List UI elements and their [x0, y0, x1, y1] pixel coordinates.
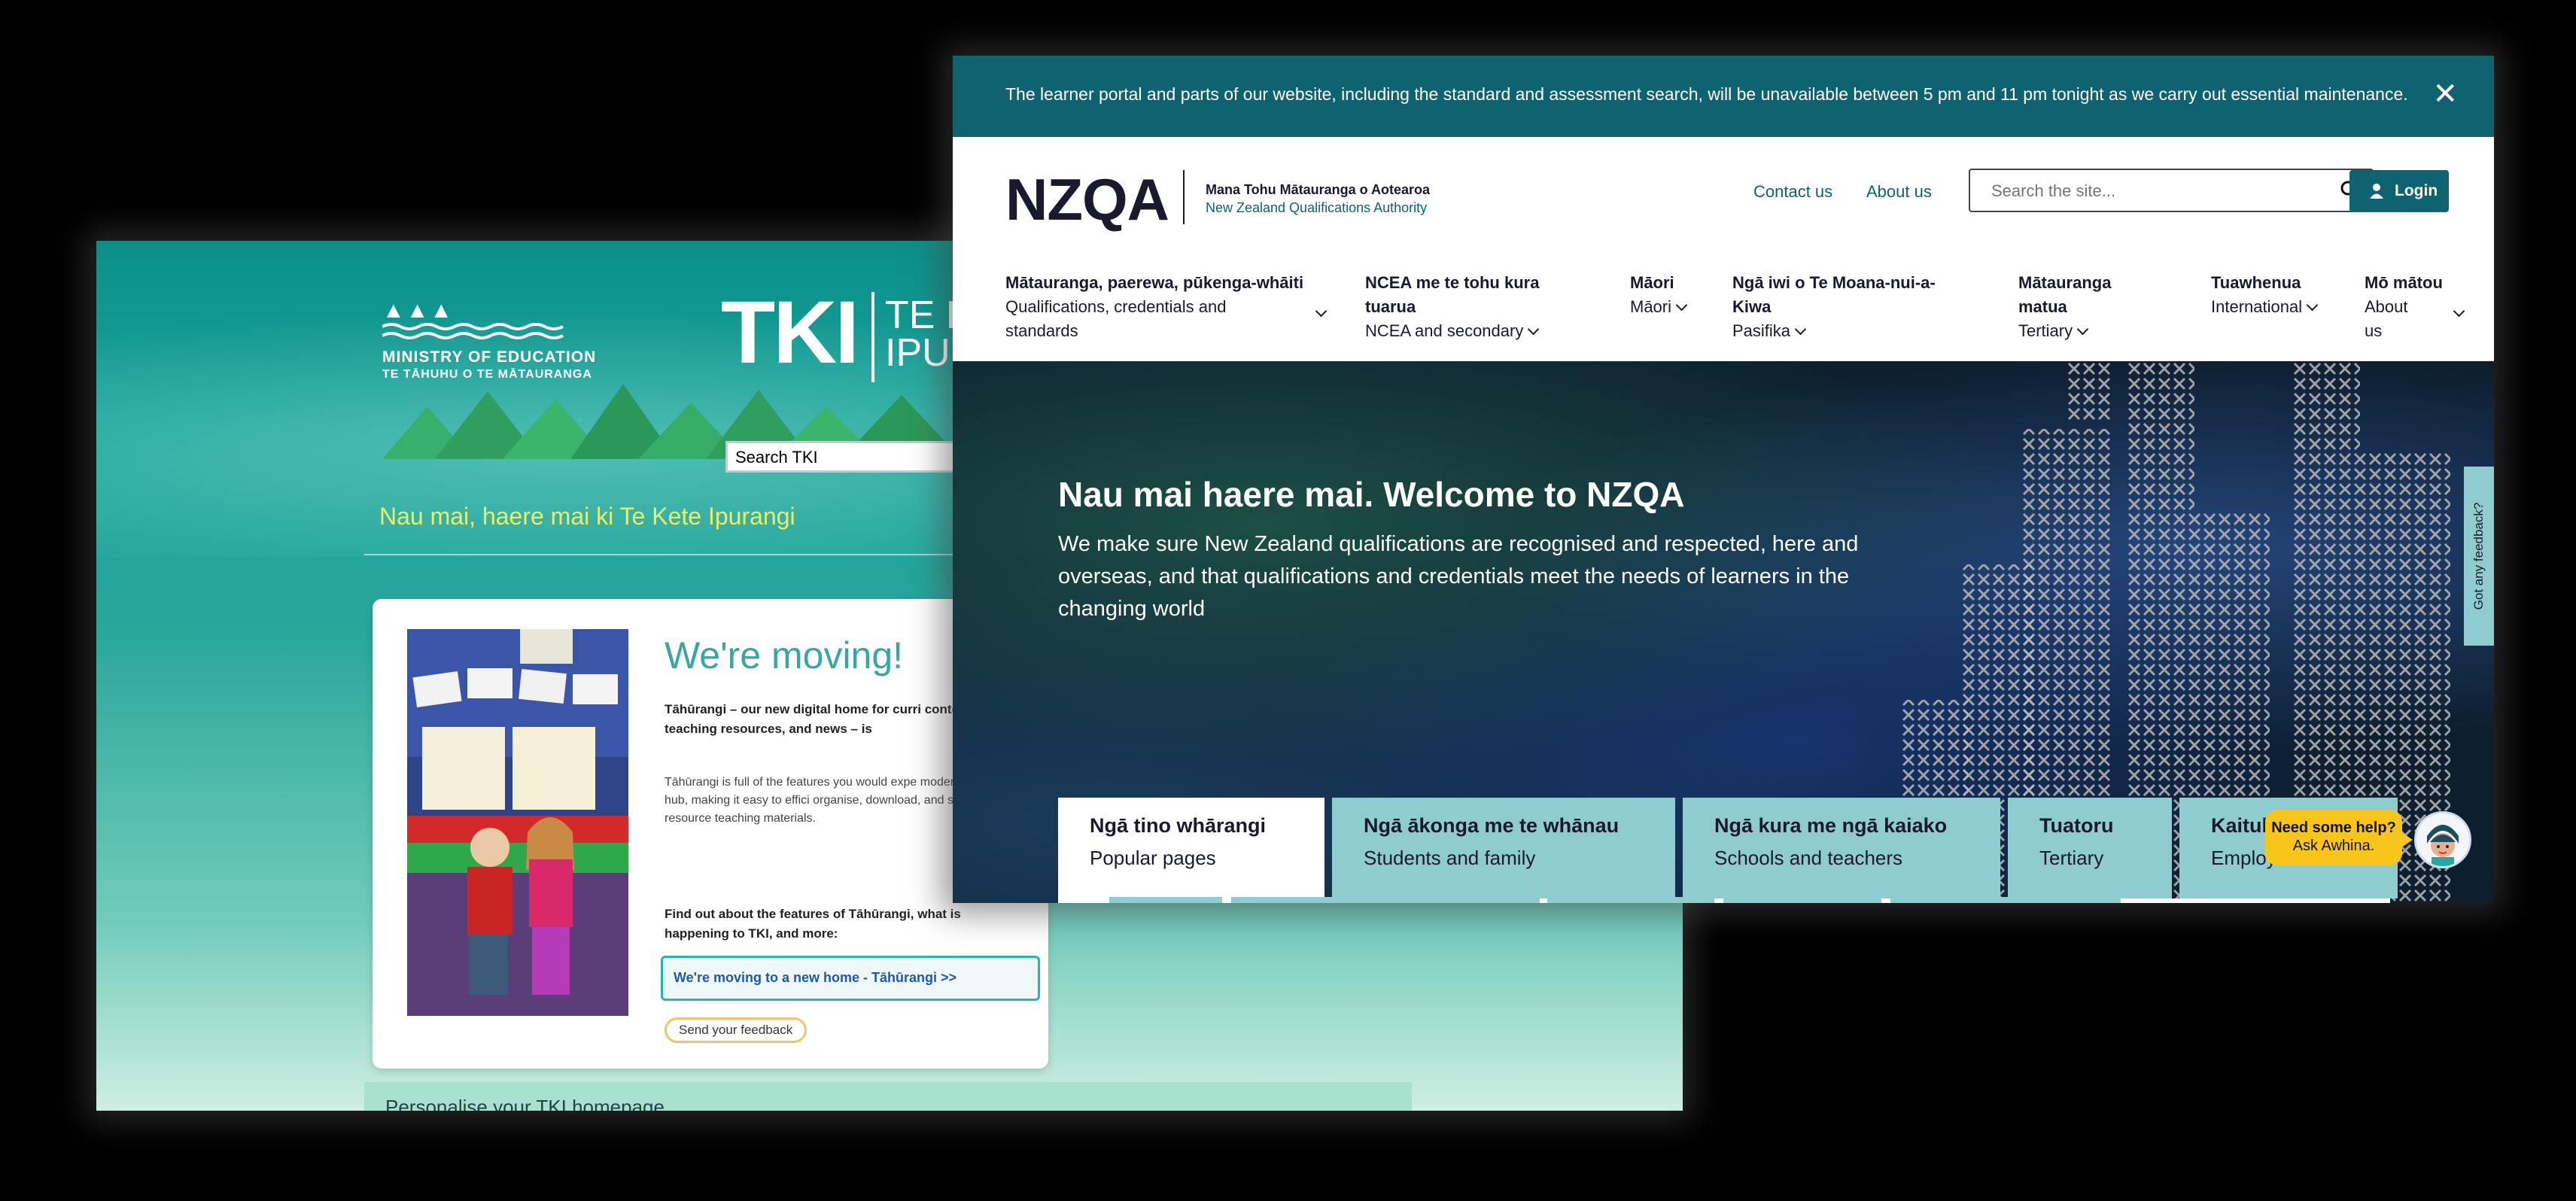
send-feedback-button[interactable]: Send your feedback	[665, 1017, 807, 1043]
nav-label-english: NCEA and secondary	[1365, 321, 1524, 340]
hero-subtitle: We make sure New Zealand qualifications …	[1058, 532, 1859, 621]
nav-label-english: About us	[2365, 297, 2408, 340]
tab-label-maori: Ngā ākonga me te whānau	[1364, 814, 1620, 837]
nav-label-english: Qualifications, credentials and standard…	[1005, 297, 1227, 340]
moving-card: We're moving! Tāhūrangi – our new digita…	[373, 599, 1048, 1069]
chevron-down-icon	[2306, 299, 2319, 312]
tab-schools-teachers[interactable]: Ngā kura me ngā kaiako Schools and teach…	[1683, 798, 2000, 898]
ministry-of-education-logo[interactable]: ▲▲▲ MINISTRY OF EDUCATION TE TĀHUHU O TE…	[382, 299, 596, 382]
nav-label-maori: Mātauranga, paerewa, pūkenga-whāiti	[1005, 273, 1304, 292]
logo-separator	[1183, 170, 1185, 224]
maintenance-banner: The learner portal and parts of our webs…	[953, 56, 2494, 137]
panel-link[interactable]	[1547, 897, 1714, 903]
tab-students-family[interactable]: Ngā ākonga me te whānau Students and fam…	[1332, 798, 1675, 898]
login-label: Login	[2395, 182, 2438, 199]
panel-link[interactable]	[1723, 897, 1881, 903]
nzqa-tagline-maori: Mana Tohu Mātauranga o Aotearoa	[1206, 182, 1431, 197]
tki-logo-divider	[871, 292, 874, 382]
tab-popular-pages[interactable]: Ngā tino whārangi Popular pages	[1058, 798, 1324, 898]
feedback-tab-label: Got any feedback?	[2471, 502, 2486, 610]
nzqa-window: The learner portal and parts of our webs…	[953, 56, 2494, 903]
chevron-down-icon	[1794, 323, 1807, 336]
tab-label-english: Students and family	[1364, 847, 1536, 869]
tahurangi-link[interactable]: We're moving to a new home - Tāhūrangi >…	[661, 956, 1040, 1001]
tab-label-maori: Ngā tino whārangi	[1090, 814, 1267, 837]
moe-waves-icon	[382, 323, 564, 339]
nzqa-logo[interactable]: NZQA	[1005, 166, 1169, 234]
tab-label-english: Tertiary	[2039, 847, 2104, 869]
chevron-down-icon	[2453, 305, 2465, 318]
nav-label-english: Tertiary	[2018, 321, 2073, 340]
tki-logo-text: TKI	[721, 283, 859, 382]
nzqa-tagline-english: New Zealand Qualifications Authority	[1206, 200, 1428, 215]
nav-label-maori: Mātauranga matua	[2018, 273, 2112, 316]
tab-label-english: Schools and teachers	[1714, 847, 1903, 869]
nav-label-maori: Ngā iwi o Te Moana-nui-a-Kiwa	[1732, 273, 1936, 316]
close-icon[interactable]: ✕	[2432, 77, 2458, 111]
panel-link[interactable]	[1231, 897, 1540, 903]
nav-maori[interactable]: Māori Māori	[1630, 271, 1688, 319]
site-search[interactable]	[1969, 169, 2374, 212]
awhina-face	[2416, 813, 2469, 866]
moving-heading: We're moving!	[665, 634, 904, 677]
nav-ncea[interactable]: NCEA me te tohu kura tuarua NCEA and sec…	[1365, 271, 1546, 343]
help-bubble-tail	[2399, 831, 2413, 849]
tab-label-english: Popular pages	[1090, 847, 1216, 869]
nav-international[interactable]: Tuawhenua International	[2211, 271, 2319, 319]
contact-us-link[interactable]: Contact us	[1753, 182, 1832, 202]
find-out-text: Find out about the features of Tāhūrangi…	[665, 907, 961, 941]
tki-logo[interactable]: TKI TE K IPU	[721, 283, 972, 382]
nav-label-english: Māori	[1630, 297, 1672, 316]
help-bubble[interactable]: Need some help? Ask Awhina.	[2265, 810, 2402, 865]
search-input[interactable]	[1990, 181, 2324, 202]
panel-link[interactable]	[1109, 897, 1222, 903]
tab-label-maori: Tuatoru	[2039, 814, 2114, 837]
nav-label-maori: Māori	[1630, 273, 1674, 292]
nav-label-maori: Mō mātou	[2365, 273, 2443, 292]
moe-name: MINISTRY OF EDUCATION	[382, 348, 597, 366]
nav-label-english: International	[2211, 297, 2303, 316]
help-subtitle: Ask Awhina.	[2292, 838, 2375, 854]
personalise-homepage-bar[interactable]: Personalise your TKI homepage	[364, 1082, 1412, 1111]
moe-triangles-icon: ▲▲▲	[382, 298, 455, 323]
panel-link[interactable]	[1890, 897, 2121, 903]
tab-tertiary[interactable]: Tuatoru Tertiary	[2008, 798, 2172, 898]
chevron-down-icon	[2076, 323, 2089, 336]
chevron-down-icon	[1315, 305, 1328, 318]
nav-label-english: Pasifika	[1732, 321, 1791, 340]
user-icon	[2370, 184, 2383, 199]
children-reading-photo	[407, 629, 628, 1016]
chevron-down-icon	[1528, 323, 1540, 336]
nav-qualifications[interactable]: Mātauranga, paerewa, pūkenga-whāiti Qual…	[1005, 271, 1328, 343]
hero-title: Nau mai haere mai. Welcome to NZQA	[1058, 475, 1685, 514]
awhina-avatar-icon[interactable]	[2414, 811, 2471, 868]
chevron-down-icon	[1675, 299, 1688, 312]
nav-pasifika[interactable]: Ngā iwi o Te Moana-nui-a-Kiwa Pasifika	[1732, 271, 1958, 343]
photo-illustration	[407, 629, 628, 1016]
nav-label-maori: NCEA me te tohu kura tuarua	[1365, 273, 1540, 316]
nav-about[interactable]: Mō mātou About us	[2365, 271, 2465, 343]
feedback-tab[interactable]: Got any feedback?	[2464, 467, 2494, 646]
login-button[interactable]: Login	[2349, 170, 2449, 212]
tki-welcome-text: Nau mai, haere mai ki Te Kete Ipurangi	[379, 503, 795, 530]
tab-label-maori: Ngā kura me ngā kaiako	[1714, 814, 1948, 837]
hero-section: Nau mai haere mai. Welcome to NZQA We ma…	[953, 361, 2494, 903]
about-us-link[interactable]: About us	[1866, 182, 1932, 202]
help-title: Need some help?	[2271, 819, 2396, 836]
nav-tertiary[interactable]: Mātauranga matua Tertiary	[2018, 271, 2131, 343]
nav-label-maori: Tuawhenua	[2211, 273, 2301, 292]
banner-text: The learner portal and parts of our webs…	[1005, 84, 2408, 104]
